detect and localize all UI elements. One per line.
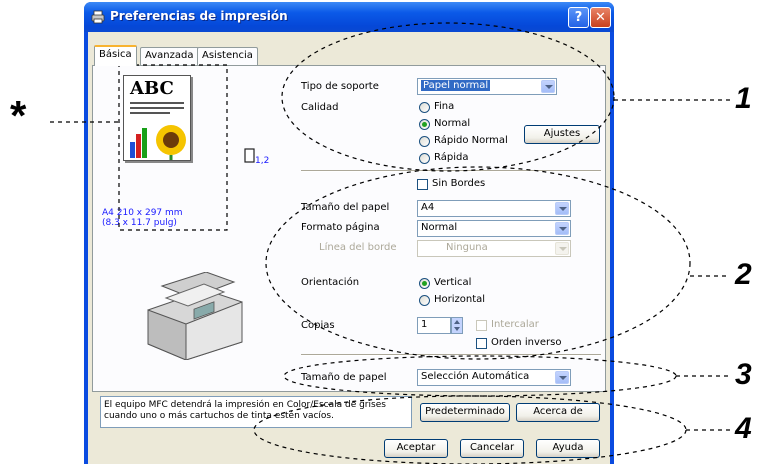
help-button[interactable]: ? xyxy=(568,7,589,28)
tab-asistencia[interactable]: Asistencia xyxy=(197,47,258,65)
media-type-value: Papel normal xyxy=(421,80,491,91)
sin-bordes-checkbox[interactable] xyxy=(417,179,428,190)
dialog-client: Básica Avanzada Asistencia ABC 1,2 A4 21… xyxy=(88,32,610,464)
paper-size-dropdown[interactable]: A4 xyxy=(417,200,571,217)
preview-line xyxy=(130,112,170,114)
ink-warning-line: El equipo MFC detendrá la impresión en C… xyxy=(104,400,386,410)
border-line-value: Ninguna xyxy=(446,242,488,253)
paper-size-label: Tamaño del papel xyxy=(301,202,390,213)
acerca-de-button[interactable]: Acerca de xyxy=(516,403,600,422)
quality-option-fina: Fina xyxy=(434,101,455,112)
quality-option-normal: Normal xyxy=(434,118,471,129)
page-format-value: Normal xyxy=(421,222,458,233)
intercalar-label: Intercalar xyxy=(491,319,539,330)
preview-abc-text: ABC xyxy=(130,78,174,99)
quality-radio-normal[interactable] xyxy=(419,119,430,130)
ink-warning-text: El equipo MFC detendrá la impresión en C… xyxy=(100,396,412,428)
chevron-down-icon xyxy=(555,371,569,384)
chevron-down-icon xyxy=(555,222,569,235)
print-preferences-window: Preferencias de impresión ? ✕ Básica Ava… xyxy=(84,2,614,464)
paper-size-value: A4 xyxy=(421,202,435,213)
copies-input[interactable]: 1 xyxy=(417,317,451,334)
border-line-dropdown[interactable]: Ninguna xyxy=(417,240,571,257)
section-divider xyxy=(301,170,601,172)
orientation-option-vertical: Vertical xyxy=(434,277,472,288)
page-format-dropdown[interactable]: Normal xyxy=(417,220,571,237)
orientation-label: Orientación xyxy=(301,277,360,288)
media-type-dropdown[interactable]: Papel normal xyxy=(417,78,557,95)
paper-source-size-dropdown[interactable]: Selección Automática xyxy=(417,369,571,386)
copies-order-label: 1,2 xyxy=(255,156,270,166)
orden-inverso-label: Orden inverso xyxy=(491,337,562,348)
orientation-radio-vertical[interactable] xyxy=(419,278,430,289)
ajustes-button[interactable]: Ajustes xyxy=(524,125,600,144)
chevron-down-icon xyxy=(555,202,569,215)
predeterminado-button[interactable]: Predeterminado xyxy=(420,403,510,422)
cancelar-button[interactable]: Cancelar xyxy=(460,439,524,458)
printer-icon xyxy=(91,10,105,24)
title-bar[interactable]: Preferencias de impresión ? ✕ xyxy=(84,2,614,32)
mfc-printer-illustration xyxy=(147,272,243,360)
callout-number-3: 3 xyxy=(735,358,752,391)
tab-avanzada[interactable]: Avanzada xyxy=(140,47,199,65)
quality-option-rapido-normal: Rápido Normal xyxy=(434,135,508,146)
orientation-option-horizontal: Horizontal xyxy=(434,294,486,305)
copies-stepper[interactable] xyxy=(451,317,463,334)
quality-label: Calidad xyxy=(301,102,339,113)
callout-star: * xyxy=(10,92,27,139)
chevron-down-icon xyxy=(541,80,555,93)
page-format-label: Formato página xyxy=(301,222,380,233)
preview-line xyxy=(130,102,184,104)
sin-bordes-label: Sin Bordes xyxy=(432,178,486,189)
copies-value: 1 xyxy=(421,319,428,330)
paper-source-size-value: Selección Automática xyxy=(421,371,530,382)
paper-size-inches: (8.3 x 11.7 pulg) xyxy=(102,218,177,228)
callout-number-4: 4 xyxy=(735,412,752,445)
border-line-label: Línea del borde xyxy=(319,242,397,253)
section-divider xyxy=(301,354,601,356)
aceptar-button[interactable]: Aceptar xyxy=(384,439,448,458)
callout-number-1: 1 xyxy=(735,82,752,115)
orden-inverso-checkbox[interactable] xyxy=(476,338,487,349)
tab-basica[interactable]: Básica xyxy=(94,45,137,66)
quality-radio-rapida[interactable] xyxy=(419,153,430,164)
document-preview: ABC xyxy=(123,75,191,161)
copies-label: Copias xyxy=(301,320,335,331)
paper-size-readout: A4 210 x 297 mm (8.3 x 11.7 pulg) xyxy=(102,208,183,228)
quality-option-rapida: Rápida xyxy=(434,152,469,163)
stepper-down-icon[interactable] xyxy=(454,327,460,331)
preview-line xyxy=(130,107,184,109)
callout-number-2: 2 xyxy=(735,258,752,291)
paper-size-metric: A4 210 x 297 mm xyxy=(102,208,183,218)
chart-and-flower-image xyxy=(130,125,186,160)
media-type-label: Tipo de soporte xyxy=(301,81,379,92)
window-title: Preferencias de impresión xyxy=(110,9,288,23)
paper-source-size-label: Tamaño de papel xyxy=(301,372,387,383)
ayuda-button[interactable]: Ayuda xyxy=(536,439,600,458)
orientation-radio-horizontal[interactable] xyxy=(419,295,430,306)
close-button[interactable]: ✕ xyxy=(590,7,611,28)
stepper-up-icon[interactable] xyxy=(454,320,460,324)
quality-radio-rapido-normal[interactable] xyxy=(419,136,430,147)
chevron-down-icon xyxy=(555,242,569,255)
intercalar-checkbox[interactable] xyxy=(476,320,487,331)
ink-warning-line: cuando uno o más cartuchos de tinta esté… xyxy=(104,411,334,421)
quality-radio-fina[interactable] xyxy=(419,102,430,113)
